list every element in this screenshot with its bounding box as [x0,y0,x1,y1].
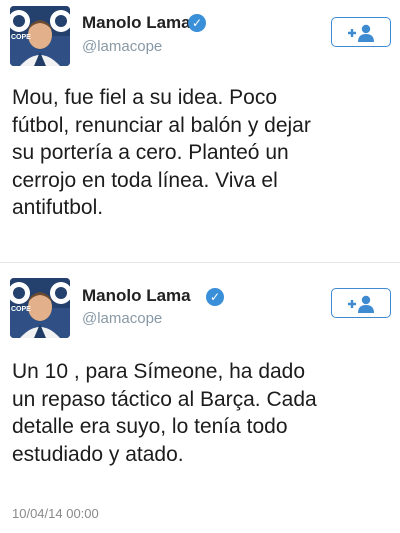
avatar[interactable]: COPE [10,6,70,66]
tweet-2: COPE Manolo Lama ✓ @lamacope Un 10 , par… [0,262,400,533]
avatar-logo-text: COPE [11,306,31,313]
follow-button[interactable] [331,288,391,318]
follow-button[interactable] [331,17,391,47]
tweet-timestamp: 10/04/14 00:00 [12,506,99,521]
tweet-text: Un 10 , para Símeone, ha dado un repaso … [12,360,317,466]
tweet-1: COPE Manolo Lama ✓ @lamacope Mou, fue fi… [0,0,400,262]
add-user-icon [348,295,374,313]
handle[interactable]: @lamacope [82,38,162,55]
verified-badge-icon: ✓ [206,288,224,306]
display-name[interactable]: Manolo Lama [82,286,191,306]
display-name[interactable]: Manolo Lama [82,13,191,33]
verified-badge-icon: ✓ [188,14,206,32]
tweet-text: Mou, fue fiel a su idea. Poco fútbol, re… [12,86,311,220]
avatar[interactable]: COPE [10,278,70,338]
avatar-logo-text: COPE [11,34,31,41]
handle[interactable]: @lamacope [82,310,162,327]
add-user-icon [348,24,374,42]
